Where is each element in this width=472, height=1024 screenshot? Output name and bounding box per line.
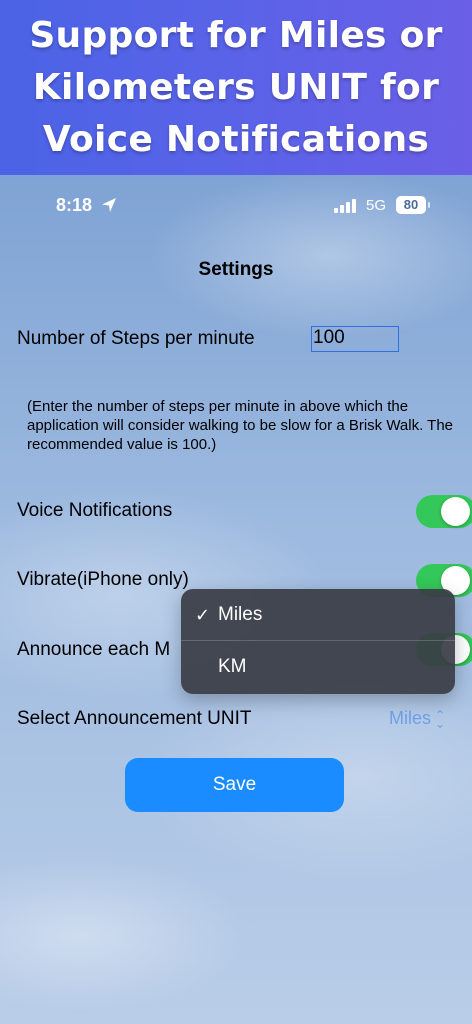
battery-icon: 80 [396, 196, 430, 214]
menu-item-km[interactable]: KM [181, 641, 455, 693]
page-title: Settings [198, 259, 274, 280]
status-bar: 8:18 5G 80 [0, 193, 472, 219]
vibrate-label: Vibrate(iPhone only) [17, 569, 189, 590]
announce-label: Announce each M [17, 639, 171, 660]
menu-item-label: Miles [218, 604, 263, 625]
unit-dropdown-menu: ✓ Miles KM [181, 589, 455, 694]
toggle-knob [441, 497, 470, 526]
unit-picker[interactable]: Miles ⌃ ⌃ [389, 707, 446, 730]
network-type: 5G [366, 197, 387, 214]
unit-label: Select Announcement UNIT [17, 708, 252, 729]
unit-picker-value: Miles [389, 708, 432, 728]
voice-notifications-label: Voice Notifications [17, 500, 173, 521]
cellular-signal-icon [334, 199, 356, 213]
checkmark-icon: ✓ [195, 605, 211, 625]
voice-notifications-toggle[interactable] [416, 495, 472, 528]
menu-item-label: KM [218, 656, 247, 677]
menu-item-miles[interactable]: ✓ Miles [181, 589, 455, 641]
status-time: 8:18 [56, 195, 93, 215]
banner-title: Support for Miles or Kilometers UNIT for… [29, 14, 443, 160]
steps-label: Number of Steps per minute [17, 328, 255, 349]
promo-banner: Support for Miles or Kilometers UNIT for… [0, 0, 472, 175]
save-button[interactable]: Save [125, 758, 344, 812]
chevron-up-down-icon: ⌃ ⌃ [435, 707, 446, 730]
settings-screen: 8:18 5G 80 Settings Number of Steps per … [0, 175, 472, 1024]
steps-hint-text: (Enter the number of steps per minute in… [27, 398, 454, 453]
steps-per-minute-input[interactable]: 100 [311, 326, 399, 352]
location-arrow-icon [102, 198, 116, 212]
